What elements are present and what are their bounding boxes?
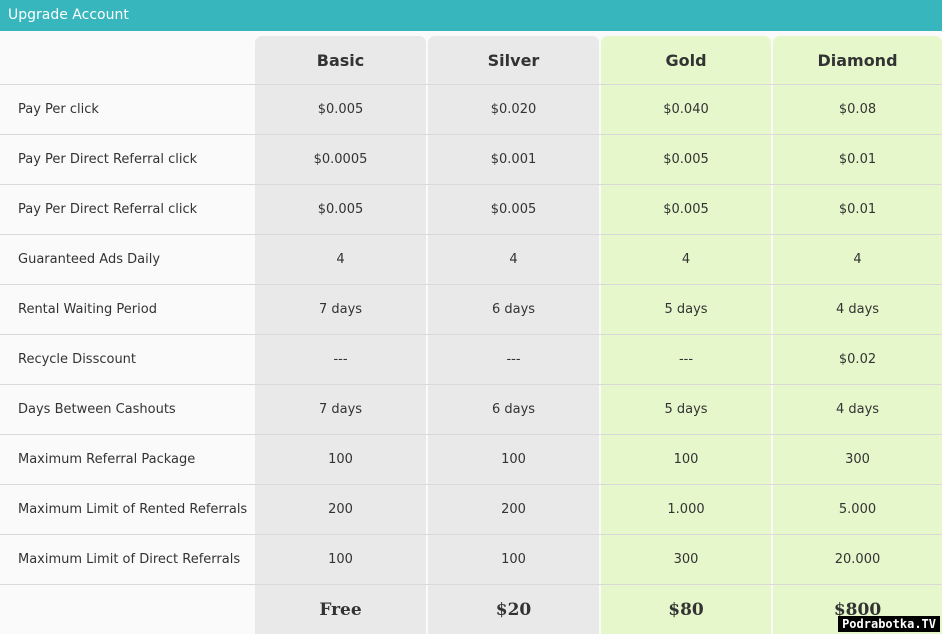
table-row: Pay Per click $0.005 $0.020 $0.040 $0.08 bbox=[0, 85, 942, 135]
value-gold: 100 bbox=[673, 452, 699, 467]
row-label: Maximum Limit of Direct Referrals bbox=[18, 552, 241, 567]
plan-header-diamond: Diamond bbox=[817, 51, 898, 70]
header-row: Basic Silver Gold Diamond bbox=[0, 36, 942, 85]
row-label: Days Between Cashouts bbox=[18, 402, 176, 417]
value-gold: 5 days bbox=[664, 302, 708, 317]
value-diamond: 300 bbox=[845, 452, 870, 467]
value-basic: 4 bbox=[336, 252, 345, 267]
value-gold: $0.005 bbox=[663, 152, 709, 167]
row-label: Recycle Disscount bbox=[18, 352, 137, 367]
value-diamond: 4 days bbox=[835, 302, 880, 317]
row-label: Maximum Referral Package bbox=[18, 452, 196, 467]
value-gold: 5 days bbox=[664, 402, 708, 417]
table-row: Pay Per Direct Referral click $0.0005 $0… bbox=[0, 135, 942, 185]
value-gold: $0.040 bbox=[663, 102, 709, 117]
value-basic: 200 bbox=[328, 502, 353, 517]
row-label: Rental Waiting Period bbox=[18, 302, 157, 317]
value-silver: 200 bbox=[501, 502, 526, 517]
table-row: Guaranteed Ads Daily 4 4 4 4 bbox=[0, 235, 942, 285]
plan-header-silver: Silver bbox=[487, 51, 540, 70]
value-diamond: 4 days bbox=[835, 402, 880, 417]
value-basic: $0.005 bbox=[317, 102, 364, 117]
value-diamond: 20.000 bbox=[834, 552, 881, 567]
value-diamond: $0.02 bbox=[838, 352, 877, 367]
value-silver: 6 days bbox=[491, 402, 536, 417]
value-basic: 7 days bbox=[318, 302, 363, 317]
value-diamond: 5.000 bbox=[838, 502, 877, 517]
table-row: Days Between Cashouts 7 days 6 days 5 da… bbox=[0, 385, 942, 435]
value-silver: 100 bbox=[501, 552, 526, 567]
table-row: Recycle Disscount --- --- --- $0.02 bbox=[0, 335, 942, 385]
value-basic: $0.0005 bbox=[313, 152, 368, 167]
row-label: Pay Per Direct Referral click bbox=[18, 152, 198, 167]
value-diamond: $0.08 bbox=[838, 102, 877, 117]
value-silver: 6 days bbox=[491, 302, 536, 317]
value-diamond: $0.01 bbox=[838, 152, 877, 167]
value-silver: --- bbox=[506, 352, 521, 367]
row-label: Guaranteed Ads Daily bbox=[18, 252, 161, 267]
price-basic[interactable]: Free bbox=[255, 585, 426, 634]
pricing-table: Basic Silver Gold Diamond Pay Per click … bbox=[0, 31, 942, 634]
row-label: Maximum Limit of Rented Referrals bbox=[18, 502, 248, 517]
value-silver: 4 bbox=[509, 252, 518, 267]
price-row: Free $20 $80 $800 bbox=[0, 585, 942, 634]
table-row: Maximum Referral Package 100 100 100 300 bbox=[0, 435, 942, 485]
value-gold: 1.000 bbox=[667, 502, 705, 517]
value-basic: 100 bbox=[328, 452, 353, 467]
value-silver: 100 bbox=[501, 452, 526, 467]
value-basic: $0.005 bbox=[317, 202, 364, 217]
value-gold: 4 bbox=[681, 252, 691, 267]
value-diamond: $0.01 bbox=[838, 202, 877, 217]
value-gold: 300 bbox=[673, 552, 699, 567]
price-silver[interactable]: $20 bbox=[428, 585, 599, 634]
value-silver: $0.001 bbox=[490, 152, 537, 167]
table-row: Maximum Limit of Rented Referrals 200 20… bbox=[0, 485, 942, 535]
value-basic: --- bbox=[333, 352, 348, 367]
price-gold[interactable]: $80 bbox=[601, 585, 771, 634]
watermark: Podrabotka.TV bbox=[838, 616, 940, 632]
plan-header-basic: Basic bbox=[316, 51, 365, 70]
plan-header-gold: Gold bbox=[665, 51, 707, 70]
value-diamond: 4 bbox=[853, 252, 862, 267]
table-row: Pay Per Direct Referral click $0.005 $0.… bbox=[0, 185, 942, 235]
value-silver: $0.020 bbox=[490, 102, 537, 117]
value-basic: 7 days bbox=[318, 402, 363, 417]
value-gold: $0.005 bbox=[663, 202, 709, 217]
row-label: Pay Per Direct Referral click bbox=[18, 202, 198, 217]
value-silver: $0.005 bbox=[490, 202, 537, 217]
table-row: Maximum Limit of Direct Referrals 100 10… bbox=[0, 535, 942, 585]
table-row: Rental Waiting Period 7 days 6 days 5 da… bbox=[0, 285, 942, 335]
value-basic: 100 bbox=[328, 552, 353, 567]
value-gold: --- bbox=[678, 352, 694, 367]
row-label: Pay Per click bbox=[18, 102, 99, 117]
window-title: Upgrade Account bbox=[0, 0, 942, 31]
